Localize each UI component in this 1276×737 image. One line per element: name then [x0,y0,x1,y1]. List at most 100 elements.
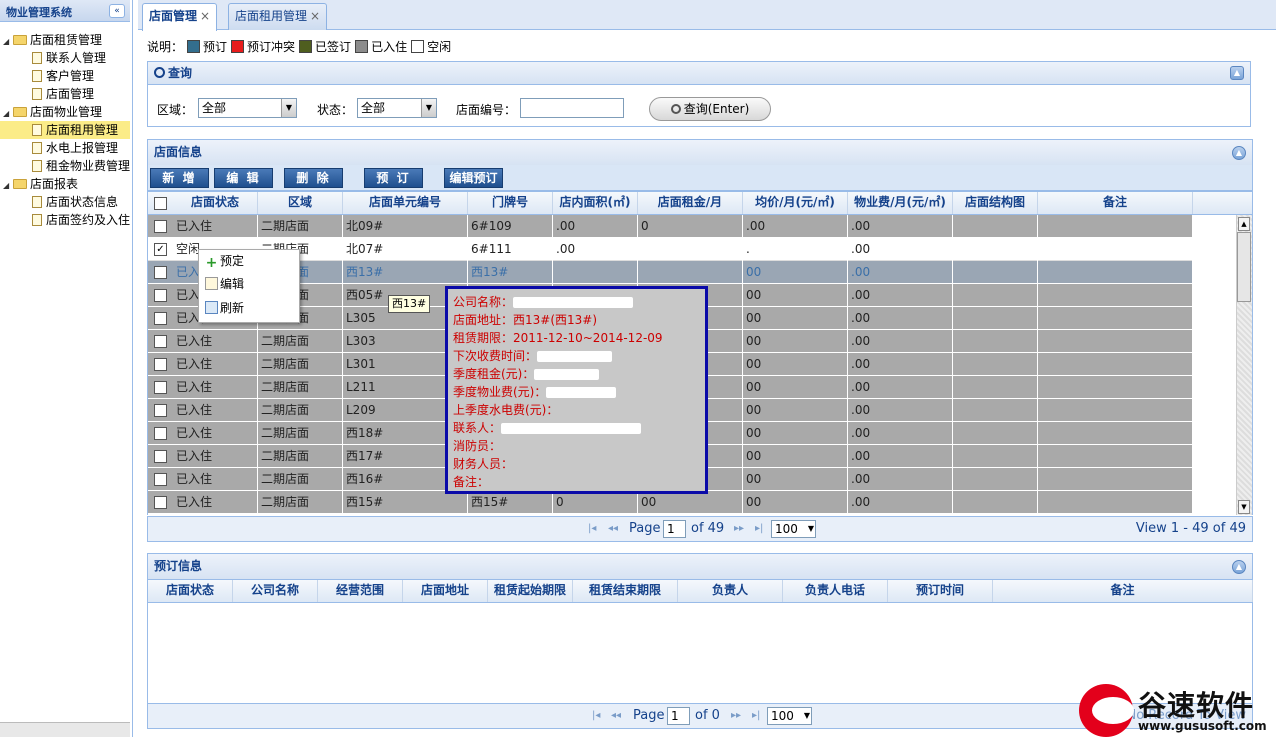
tab-store-rental-management[interactable]: 店面租用管理 × [228,3,328,30]
column-header[interactable]: 负责人电话 [783,580,888,602]
gusu-logo-inner [1092,697,1134,724]
column-header[interactable]: 店面状态 [148,580,233,602]
tree-item[interactable]: 租金物业费管理 [32,157,130,175]
tree-item[interactable]: ◢ 店面物业管理 [3,103,102,121]
collapse-query-icon[interactable]: ▲ [1230,66,1244,80]
row-checkbox[interactable] [154,266,167,279]
table-row[interactable]: 已入住二期店面西13#西13#00.00 [148,261,1193,284]
row-checkbox[interactable] [154,496,167,509]
row-checkbox[interactable] [154,473,167,486]
tree-item[interactable]: 店面状态信息 [32,193,118,211]
close-icon[interactable]: × [310,9,320,23]
add-button[interactable]: 新 增 [150,168,209,188]
expand-toggle-icon[interactable]: ◢ [3,33,13,51]
column-header[interactable]: 均价/月(元/㎡) [743,192,848,214]
dropdown-arrow-icon[interactable]: ▼ [804,708,810,724]
scrollbar-thumb[interactable] [1237,232,1251,302]
menu-item-edit[interactable]: 编辑 [205,274,244,294]
menu-item-label: 刷新 [220,301,245,315]
column-header[interactable]: 租赁结束期限 [573,580,678,602]
collapse-reserve-panel-icon[interactable]: ▲ [1232,560,1246,574]
column-header[interactable]: 租赁起始期限 [488,580,573,602]
table-cell: 已入住 [173,468,258,491]
column-header[interactable]: 区域 [258,192,343,214]
row-checkbox[interactable] [154,335,167,348]
page-size-select[interactable]: 100 ▼ [767,707,812,725]
column-header[interactable]: 公司名称 [233,580,318,602]
delete-button[interactable]: 删 除 [284,168,343,188]
column-header[interactable]: 店内面积(㎡) [553,192,638,214]
page-number-input[interactable]: 1 [663,520,686,538]
row-checkbox[interactable] [154,312,167,325]
column-header[interactable]: 店面单元编号 [343,192,468,214]
tree-item[interactable]: 店面管理 [32,85,94,103]
page-size-select[interactable]: 100 ▼ [771,520,816,538]
store-code-input[interactable] [520,98,624,118]
tree-item[interactable]: ◢ 店面租赁管理 [3,31,102,49]
table-row[interactable]: ✓空闲二期店面北07#6#111.00..00 [148,238,1193,261]
row-checkbox[interactable] [154,220,167,233]
row-checkbox[interactable] [154,381,167,394]
table-cell: 西13# [343,261,468,284]
edit-button[interactable]: 编 辑 [214,168,273,188]
row-checkbox[interactable] [154,289,167,302]
tree-item[interactable]: 店面租用管理 [0,121,130,139]
row-checkbox[interactable] [154,427,167,440]
query-panel-header: 查询 ▲ [147,61,1251,85]
column-header[interactable]: 预订时间 [888,580,993,602]
column-header[interactable]: 备注 [993,580,1253,602]
edit-reservation-button[interactable]: 编辑预订 [444,168,503,188]
row-checkbox[interactable] [154,404,167,417]
collapse-sidebar-icon[interactable]: « [109,4,125,18]
next-page-icon[interactable]: ▸▸ [731,704,741,728]
table-row[interactable]: 已入住 二期店面 北09# 6#109.00 0.00.00 [148,215,1193,238]
collapse-store-panel-icon[interactable]: ▲ [1232,146,1246,160]
menu-item-reserve[interactable]: + 预定 [205,251,244,271]
dropdown-arrow-icon[interactable]: ▼ [808,521,814,537]
last-page-icon[interactable]: ▸| [755,517,763,541]
column-header[interactable]: 门牌号 [468,192,553,214]
tree-item[interactable]: 联系人管理 [32,49,106,67]
table-row[interactable]: 已入住 二期店面 西15# 西15# 0 00 00.00 [148,491,1193,514]
table-cell: 二期店面 [258,399,343,422]
column-header[interactable]: 店面结构图 [953,192,1038,214]
column-header[interactable]: 备注 [1038,192,1193,214]
dropdown-arrow-icon[interactable]: ▼ [281,99,296,117]
column-header[interactable]: 负责人 [678,580,783,602]
column-header[interactable]: 物业费/月(元/㎡) [848,192,953,214]
first-page-icon[interactable]: |◂ [588,517,596,541]
tree-item[interactable]: 水电上报管理 [32,139,118,157]
prev-page-icon[interactable]: ◂◂ [608,517,618,541]
menu-item-refresh[interactable]: 刷新 [205,298,244,318]
scroll-down-icon[interactable]: ▼ [1238,500,1250,514]
dropdown-arrow-icon[interactable]: ▼ [421,99,436,117]
tab-store-management[interactable]: 店面管理 × [142,3,218,31]
area-select[interactable]: 全部 ▼ [198,98,297,118]
scroll-up-icon[interactable]: ▲ [1238,217,1250,231]
next-page-icon[interactable]: ▸▸ [734,517,744,541]
table-cell [953,238,1038,261]
column-header[interactable]: 店面租金/月 [638,192,743,214]
first-page-icon[interactable]: |◂ [592,704,600,728]
legend-swatch [231,40,245,53]
query-button[interactable]: 查询(Enter) [649,97,771,121]
tree-item[interactable]: 店面签约及入住 [32,211,130,229]
expand-toggle-icon[interactable]: ◢ [3,177,13,195]
column-header[interactable]: 店面地址 [403,580,488,602]
column-header[interactable]: 店面状态 [173,192,258,214]
prev-page-icon[interactable]: ◂◂ [611,704,621,728]
sidebar-horizontal-scrollbar[interactable] [0,722,130,737]
close-icon[interactable]: × [200,9,210,23]
status-select[interactable]: 全部 ▼ [357,98,437,118]
row-checkbox[interactable]: ✓ [154,243,167,256]
column-header[interactable]: 经营范围 [318,580,403,602]
page-number-input[interactable]: 1 [667,707,690,725]
row-checkbox[interactable] [154,450,167,463]
reserve-button[interactable]: 预 订 [364,168,423,188]
last-page-icon[interactable]: ▸| [752,704,760,728]
tree-item[interactable]: 客户管理 [32,67,94,85]
row-checkbox[interactable] [154,358,167,371]
select-all-checkbox[interactable] [154,197,167,210]
table-cell: 已入住 [173,445,258,468]
tree-item[interactable]: ◢ 店面报表 [3,175,78,193]
